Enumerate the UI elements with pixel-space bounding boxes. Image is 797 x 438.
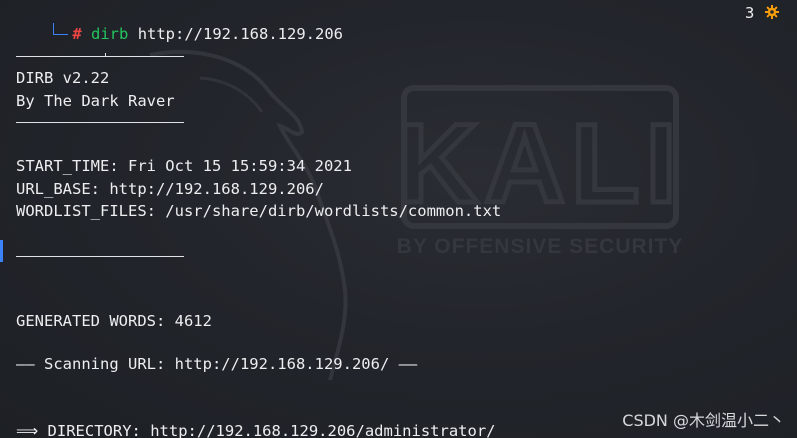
dirb-version: DIRB v2.22 [16, 69, 110, 87]
generated-words: GENERATED WORDS: 4612 [16, 312, 212, 330]
scanning-url: —— Scanning URL: http://192.168.129.206/… [16, 355, 418, 373]
found-directory: ⟹ DIRECTORY: http://192.168.129.206/admi… [16, 422, 496, 438]
command-name: dirb [91, 25, 129, 43]
command-argument: http://192.168.129.206 [137, 25, 343, 43]
background-job-count: 3 [745, 4, 755, 22]
config-bottom-rule [16, 256, 184, 257]
shell-prompt: # dirb http://192.168.129.206 [16, 3, 343, 64]
banner-rule-tick [105, 53, 106, 57]
url-base: URL_BASE: http://192.168.129.206/ [16, 180, 324, 198]
terminal-window[interactable]: KALI BY OFFENSIVE SECURITY # dirb http:/… [0, 0, 797, 438]
prompt-symbol: # [72, 25, 82, 43]
banner-bottom-rule [16, 122, 184, 123]
dirb-author: By The Dark Raver [16, 92, 175, 110]
corner-bracket-icon [53, 23, 69, 35]
scroll-marker [0, 240, 3, 262]
gear-icon[interactable] [764, 4, 780, 20]
kali-tagline: BY OFFENSIVE SECURITY [397, 235, 684, 258]
source-watermark: CSDN @木剑温小二丶 [622, 411, 785, 430]
start-time: START_TIME: Fri Oct 15 15:59:34 2021 [16, 157, 352, 175]
wordlist-files: WORDLIST_FILES: /usr/share/dirb/wordlist… [16, 202, 502, 220]
banner-top-rule [16, 56, 184, 57]
